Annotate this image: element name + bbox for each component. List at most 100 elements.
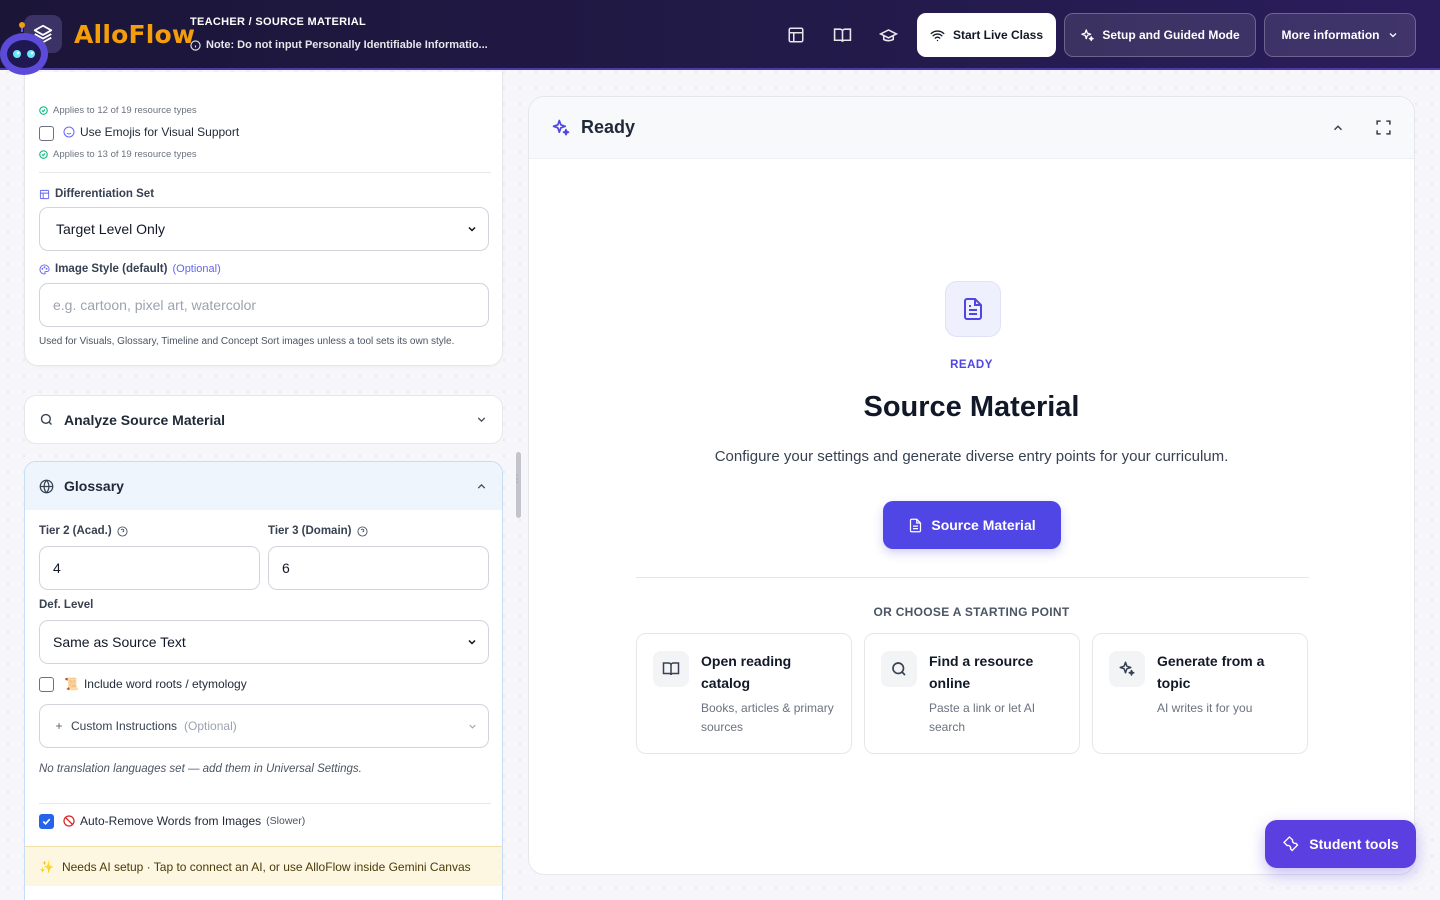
- auto-remove-label: Auto-Remove Words from Images: [80, 814, 262, 828]
- search-icon: [40, 413, 52, 425]
- book-icon: [653, 651, 689, 687]
- differentiation-label: Differentiation Set: [39, 188, 154, 200]
- general-settings-card: Applies to 12 of 19 resource types Use E…: [24, 72, 503, 366]
- differentiation-label-text: Differentiation Set: [55, 188, 155, 200]
- chevron-up-icon[interactable]: [1331, 121, 1345, 135]
- differentiation-select[interactable]: Target Level Only: [39, 207, 489, 251]
- ai-setup-banner[interactable]: ✨ Needs AI setup · Tap to connect an AI,…: [25, 846, 502, 886]
- analyze-source-accordion[interactable]: Analyze Source Material: [24, 395, 503, 444]
- option-find-resource[interactable]: Find a resource online Paste a link or l…: [864, 633, 1080, 754]
- auto-remove-note: (Slower): [266, 815, 306, 827]
- help-circle-icon[interactable]: [356, 525, 368, 537]
- settings-panel: Applies to 12 of 19 resource types Use E…: [0, 72, 520, 900]
- output-panel: Ready READY Source Material Configure yo…: [528, 96, 1415, 875]
- image-style-optional: (Optional): [172, 263, 221, 275]
- ai-setup-text: Needs AI setup · Tap to connect an AI, o…: [61, 859, 471, 874]
- applies-emoji-text: Applies to 13 of 19 resource types: [53, 149, 197, 160]
- applies-note-text: Applies to 12 of 19 resource types: [53, 105, 197, 116]
- document-icon: [910, 518, 922, 532]
- brand-name: AlloFlow: [74, 20, 196, 49]
- layout-icon[interactable]: [785, 24, 807, 46]
- tier3-label: Tier 3 (Domain): [268, 525, 368, 537]
- emoji-option: Use Emojis for Visual Support: [63, 125, 239, 139]
- divider: [39, 172, 491, 173]
- chevron-up-icon: [477, 483, 486, 489]
- wrench-icon: [1283, 836, 1299, 852]
- chevron-down-icon: [468, 639, 476, 645]
- check-icon: [42, 818, 51, 825]
- source-material-button[interactable]: Source Material: [883, 501, 1061, 549]
- applies-emoji-note: Applies to 13 of 19 resource types: [39, 149, 197, 160]
- glossary-header[interactable]: Glossary: [25, 462, 502, 510]
- custom-instructions-label: Custom Instructions: [71, 719, 178, 733]
- image-style-label-text: Image Style (default): [55, 263, 168, 275]
- image-style-help: Used for Visuals, Glossary, Timeline and…: [39, 336, 455, 347]
- tier2-label: Tier 2 (Acad.): [39, 525, 128, 537]
- option-title: Generate from a topic: [1157, 653, 1265, 691]
- tier3-input[interactable]: 6: [268, 546, 489, 590]
- source-material-button-label: Source Material: [931, 517, 1036, 533]
- tier2-label-text: Tier 2 (Acad.): [39, 525, 112, 537]
- tier2-input[interactable]: 4: [39, 546, 260, 590]
- student-tools-label: Student tools: [1309, 836, 1399, 852]
- custom-instructions-label-group: Custom Instructions (Optional): [54, 719, 237, 733]
- emoji-label: Use Emojis for Visual Support: [80, 125, 240, 139]
- chevron-down-icon: [469, 724, 476, 729]
- start-live-class-button[interactable]: Start Live Class: [917, 13, 1056, 57]
- tier3-label-text: Tier 3 (Domain): [268, 525, 352, 537]
- info-icon: [190, 39, 201, 51]
- glossary-title: Glossary: [64, 478, 124, 494]
- more-information-button[interactable]: More information: [1264, 13, 1416, 57]
- student-tools-button[interactable]: Student tools: [1265, 820, 1416, 868]
- more-information-label: More information: [1281, 28, 1380, 42]
- sparkles-icon: [1081, 28, 1095, 41]
- book-open-icon[interactable]: [831, 24, 853, 46]
- pii-note-text: Note: Do not input Personally Identifiab…: [206, 39, 488, 51]
- search-icon: [881, 651, 917, 687]
- emoji-checkbox[interactable]: [39, 126, 54, 141]
- output-status: Ready: [581, 117, 636, 137]
- fullscreen-icon[interactable]: [1375, 119, 1392, 136]
- divider: [636, 577, 1309, 578]
- layout-icon: [39, 189, 50, 199]
- image-style-label: Image Style (default) (Optional): [39, 263, 221, 275]
- check-circle-icon: [39, 106, 48, 115]
- wifi-icon: [930, 29, 945, 41]
- no-translation-note: No translation languages set — add them …: [39, 763, 362, 775]
- def-level-select[interactable]: Same as Source Text: [39, 620, 489, 664]
- resize-handle-icon[interactable]: ⋮: [512, 475, 522, 485]
- ready-tag: READY: [950, 359, 993, 371]
- option-generate-topic[interactable]: Generate from a topic AI writes it for y…: [1092, 633, 1308, 754]
- prohibited-icon: [63, 815, 75, 827]
- sparkles-icon: [1109, 651, 1145, 687]
- tier2-value: 4: [53, 560, 61, 576]
- output-header: Ready: [529, 97, 1414, 159]
- palette-icon: [39, 263, 50, 275]
- top-header: AlloFlow TEACHER / SOURCE MATERIAL Note:…: [0, 0, 1440, 70]
- sparkles-icon: [552, 119, 570, 135]
- option-desc: Paste a link or let AI search: [929, 701, 1036, 734]
- graduation-cap-icon[interactable]: [877, 24, 899, 46]
- option-desc: Books, articles & primary sources: [701, 701, 834, 734]
- page-title: Source Material: [863, 391, 1080, 423]
- globe-icon: [39, 479, 54, 493]
- image-style-input[interactable]: e.g. cartoon, pixel art, watercolor: [39, 283, 489, 327]
- start-live-class-label: Start Live Class: [952, 28, 1044, 42]
- image-style-placeholder: e.g. cartoon, pixel art, watercolor: [53, 297, 257, 313]
- chevron-down-icon: [477, 417, 486, 423]
- word-roots-checkbox[interactable]: [39, 677, 54, 692]
- tier3-value: 6: [282, 560, 290, 576]
- auto-remove-checkbox[interactable]: [39, 814, 54, 829]
- divider: [39, 803, 491, 804]
- panel-scrollbar[interactable]: [516, 452, 521, 518]
- robot-mascot-icon[interactable]: [0, 22, 52, 78]
- chevron-down-icon: [1389, 33, 1396, 38]
- def-level-value: Same as Source Text: [53, 634, 186, 650]
- starting-point-heading: OR CHOOSE A STARTING POINT: [873, 605, 1070, 619]
- setup-guided-mode-button[interactable]: Setup and Guided Mode: [1064, 13, 1256, 57]
- option-reading-catalog[interactable]: Open reading catalog Books, articles & p…: [636, 633, 852, 754]
- help-circle-icon[interactable]: [117, 525, 128, 537]
- custom-instructions-toggle[interactable]: Custom Instructions (Optional): [39, 704, 489, 748]
- applies-note: Applies to 12 of 19 resource types: [39, 105, 197, 116]
- word-roots-label: Include word roots / etymology: [83, 677, 247, 691]
